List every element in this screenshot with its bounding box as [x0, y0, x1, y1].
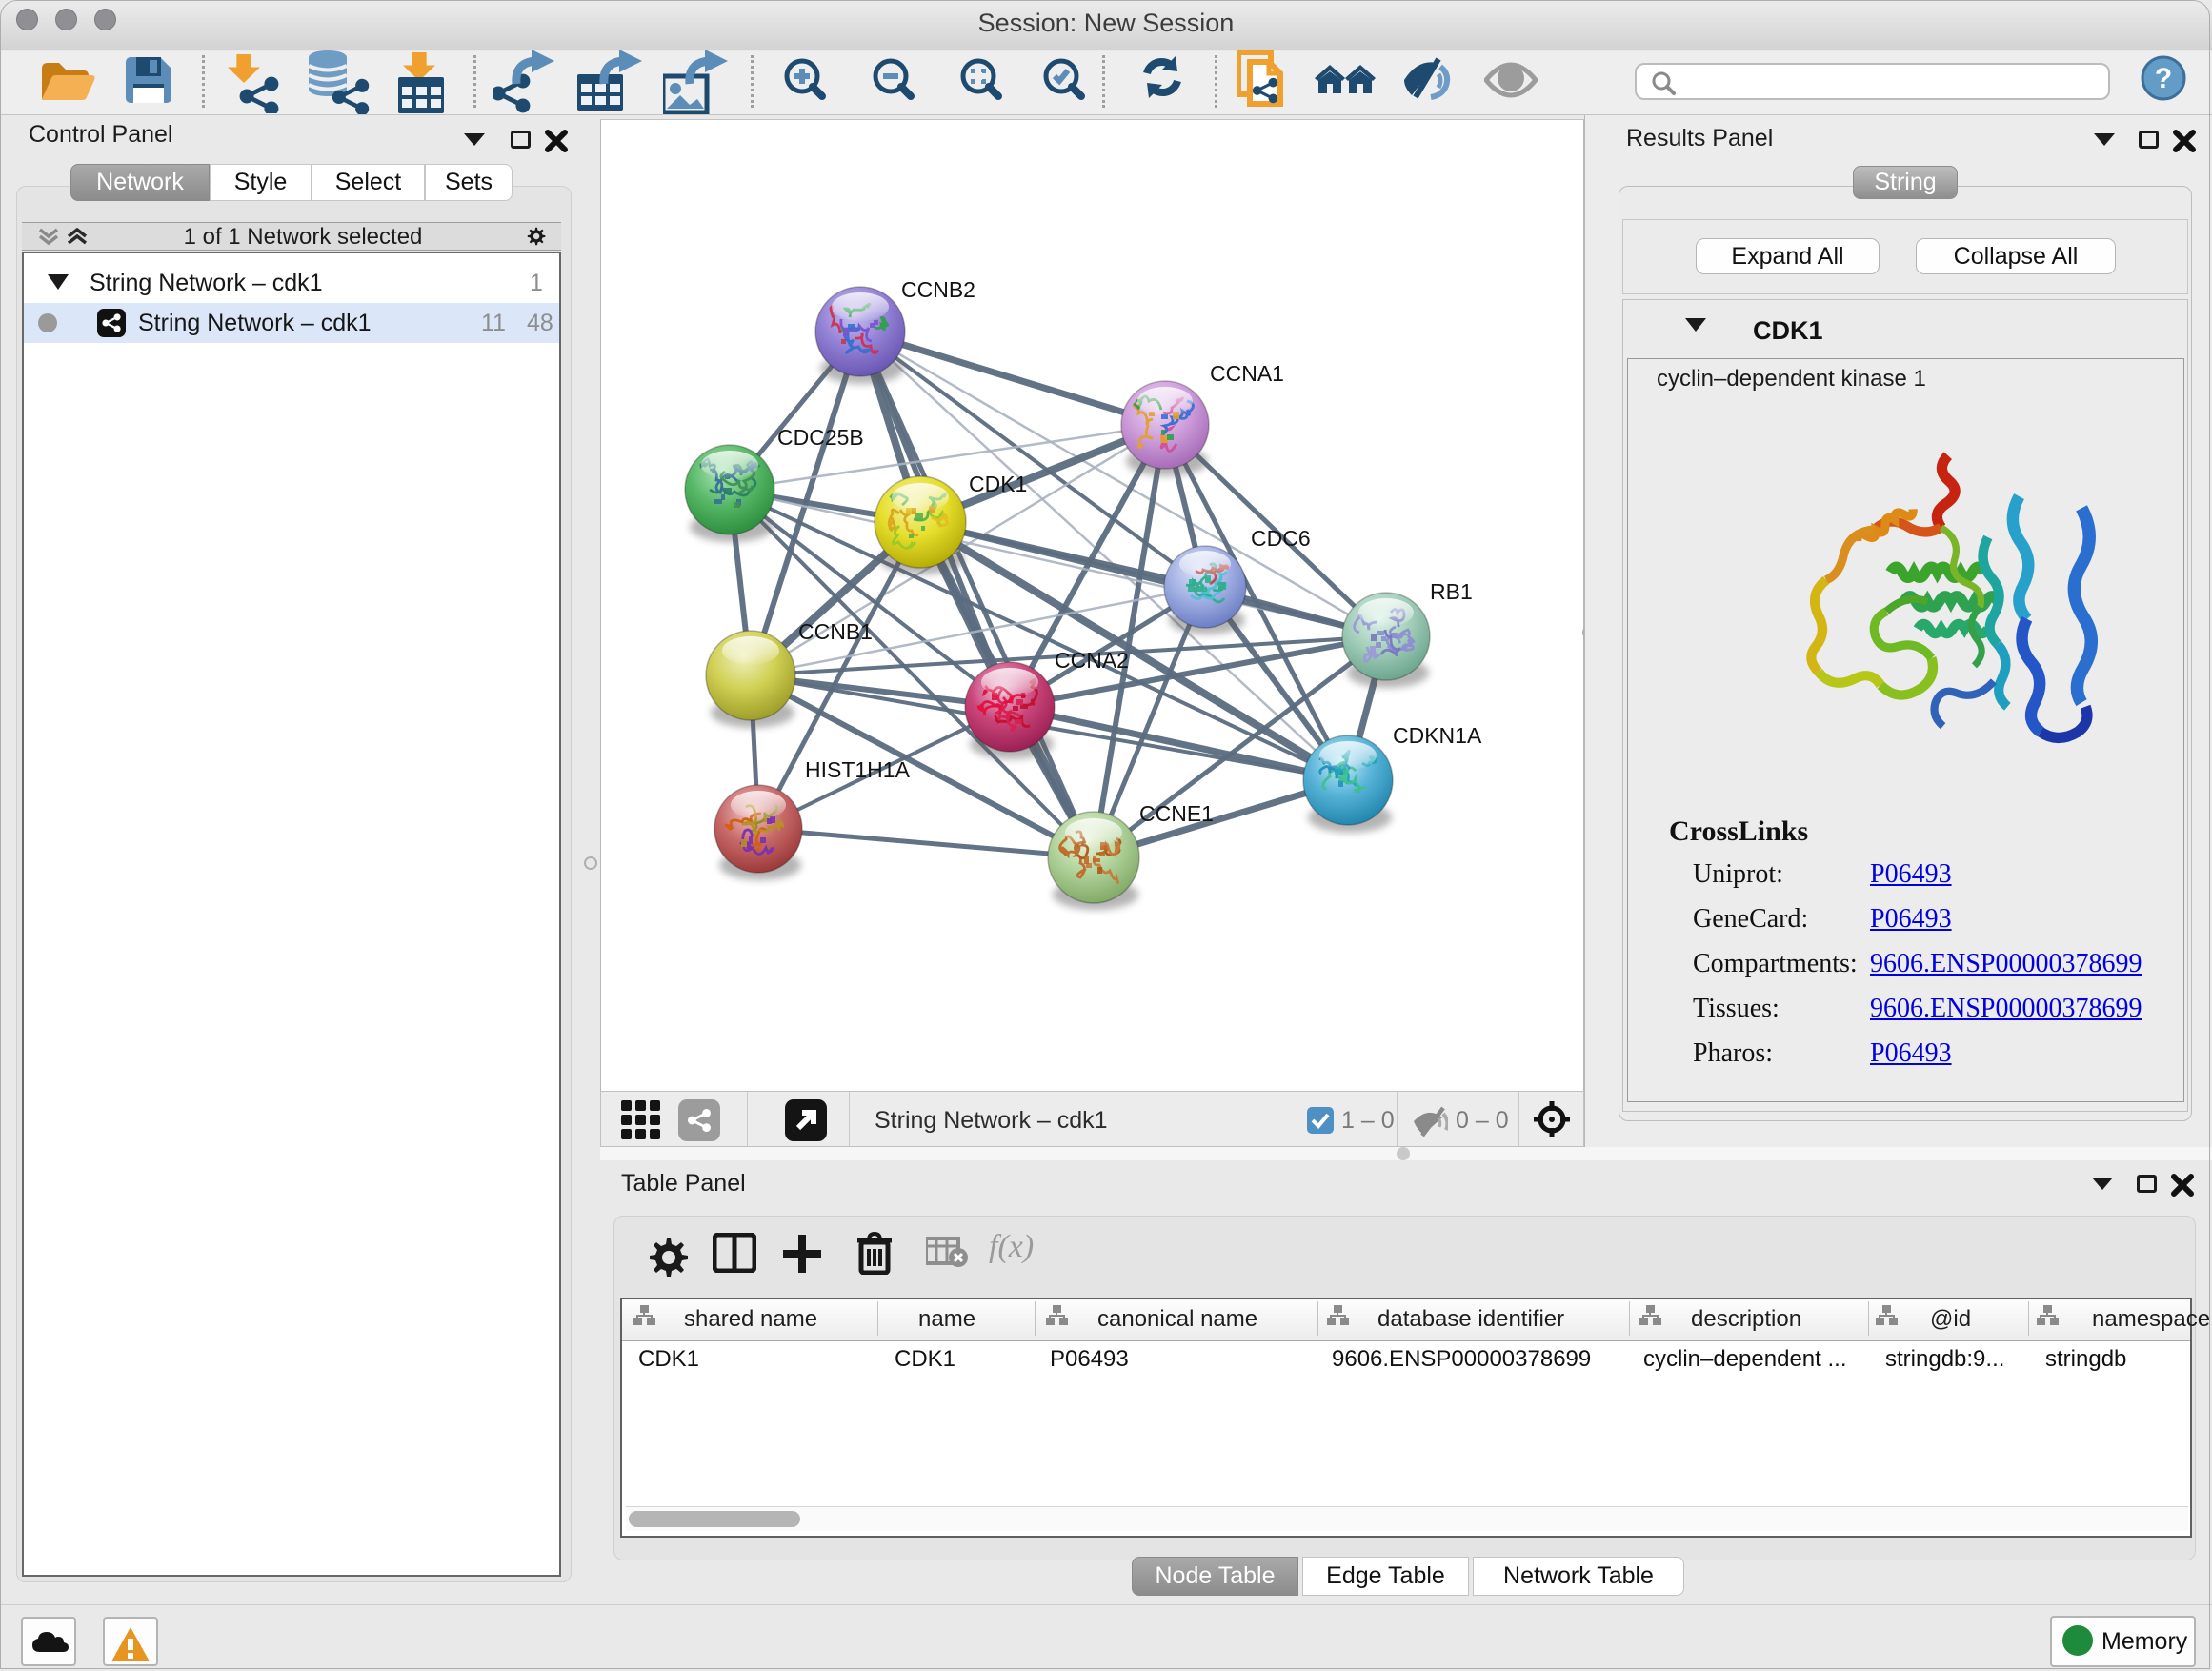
svg-text:CDC6: CDC6 — [1251, 526, 1311, 551]
svg-text:CDK1: CDK1 — [969, 472, 1027, 496]
svg-text:CCNA1: CCNA1 — [1210, 361, 1284, 386]
svg-text:CCNE1: CCNE1 — [1139, 801, 1214, 826]
svg-text:HIST1H1A: HIST1H1A — [805, 757, 911, 782]
svg-text:CDC25B: CDC25B — [777, 425, 864, 450]
svg-text:CDKN1A: CDKN1A — [1393, 723, 1482, 748]
svg-text:CCNA2: CCNA2 — [1055, 648, 1129, 673]
svg-text:CCNB2: CCNB2 — [901, 277, 975, 302]
svg-text:?: ? — [2155, 63, 2172, 94]
svg-text:RB1: RB1 — [1430, 579, 1473, 604]
svg-text:CCNB1: CCNB1 — [798, 619, 873, 644]
